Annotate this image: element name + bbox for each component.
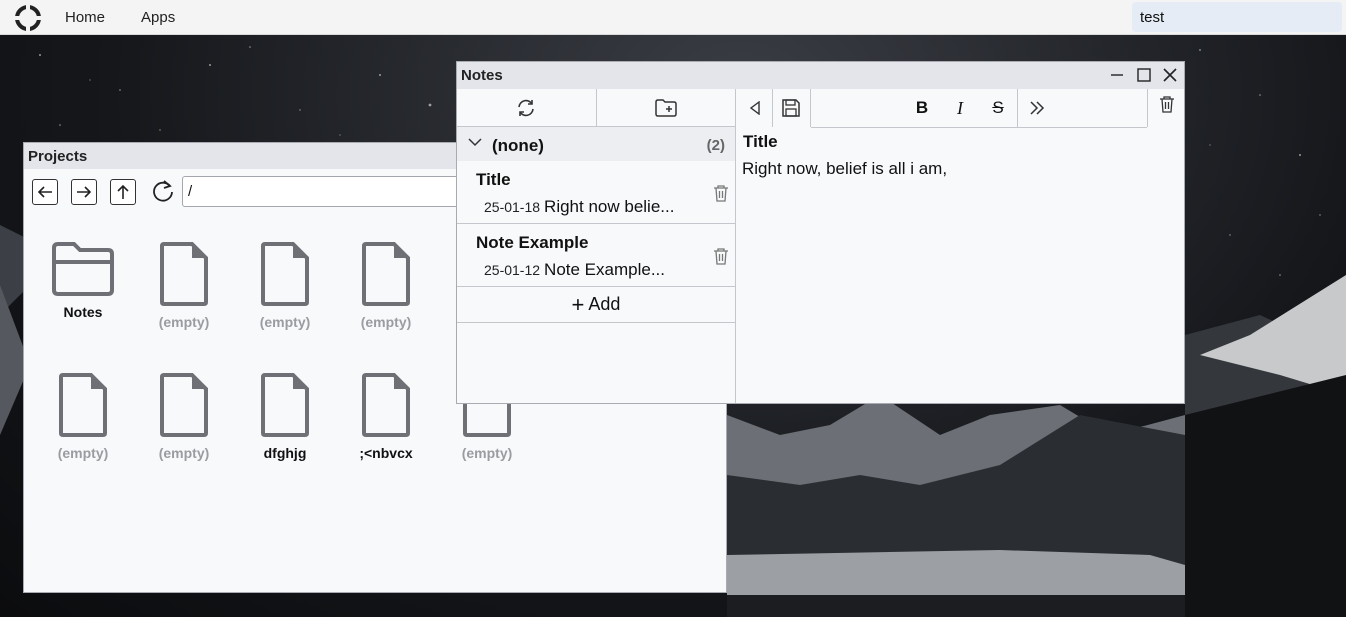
toolbar-underline — [811, 127, 1147, 128]
file-icon — [362, 242, 410, 306]
save-button[interactable] — [773, 89, 809, 127]
file-icon — [362, 373, 410, 437]
app-logo-icon[interactable] — [15, 5, 41, 31]
group-count: (2) — [706, 137, 725, 154]
file-label: (empty) — [57, 445, 109, 461]
file-icon — [160, 242, 208, 306]
projects-window-title: Projects — [28, 147, 88, 165]
plus-icon: + — [571, 291, 585, 317]
strikethrough-button[interactable]: S — [983, 89, 1013, 127]
file-label: Notes — [63, 304, 103, 320]
file-label: (empty) — [461, 445, 513, 461]
add-note-label: Add — [588, 294, 621, 314]
note-date: 25-01-18 — [484, 199, 541, 215]
file-label: (empty) — [158, 314, 210, 330]
notes-list-panel: (none) (2) Title 25-01-18 Right now belie… — [457, 89, 736, 403]
trash-icon[interactable] — [713, 184, 729, 202]
file-item[interactable]: (empty) — [235, 240, 335, 330]
note-list-item[interactable]: Note Example 25-01-12 Note Example... — [457, 224, 735, 287]
trash-icon[interactable] — [713, 247, 729, 265]
chevron-down-icon — [468, 138, 482, 147]
note-editor-title[interactable]: Title — [743, 132, 778, 152]
minimize-icon[interactable] — [1109, 67, 1125, 83]
file-icon — [261, 373, 309, 437]
file-icon — [261, 242, 309, 306]
note-meta: 25-01-12 Note Example... — [484, 260, 665, 280]
file-icon — [59, 373, 107, 437]
file-label: (empty) — [158, 445, 210, 461]
file-label: dfghjg — [263, 445, 307, 461]
folder-add-icon — [655, 98, 677, 117]
close-icon[interactable] — [1162, 67, 1178, 83]
note-editor-body[interactable]: Right now, belief is all i am, — [742, 159, 947, 179]
file-item[interactable]: (empty) — [336, 240, 436, 330]
back-button[interactable] — [32, 179, 58, 205]
group-name: (none) — [492, 136, 544, 155]
file-icon — [160, 373, 208, 437]
file-item[interactable]: ;<nbvcx — [336, 371, 436, 461]
notes-window-title: Notes — [461, 67, 503, 84]
trash-icon — [1160, 96, 1174, 113]
note-date: 25-01-12 — [484, 262, 541, 278]
top-bar: Home Apps — [0, 0, 1346, 35]
nav-apps-link[interactable]: Apps — [141, 9, 175, 26]
note-list-item[interactable]: Title 25-01-18 Right now belie... — [457, 161, 735, 224]
file-item[interactable]: Notes — [33, 240, 133, 320]
file-item[interactable]: (empty) — [33, 371, 133, 461]
arrow-up-icon — [117, 184, 129, 199]
sync-icon — [518, 99, 535, 116]
save-icon — [782, 99, 800, 117]
folder-icon — [52, 242, 114, 296]
forward-button[interactable] — [71, 179, 97, 205]
sync-button[interactable] — [457, 89, 597, 126]
arrow-right-icon — [77, 186, 92, 198]
back-button[interactable] — [737, 89, 772, 127]
path-input[interactable] — [182, 176, 472, 207]
file-label: ;<nbvcx — [359, 445, 413, 461]
chevron-double-right-icon — [1030, 101, 1045, 115]
file-label: (empty) — [360, 314, 412, 330]
more-tools-button[interactable] — [1022, 89, 1052, 127]
file-item[interactable]: (empty) — [134, 371, 234, 461]
file-item[interactable]: (empty) — [134, 240, 234, 330]
notes-window: Notes (none) (2) Title 25-01-18 Right no… — [456, 61, 1185, 404]
toolbar-divider — [810, 89, 811, 127]
file-item[interactable]: dfghjg — [235, 371, 335, 461]
file-label: (empty) — [259, 314, 311, 330]
add-note-button[interactable]: + Add — [457, 287, 735, 323]
arrow-left-icon — [37, 186, 52, 198]
note-preview: Right now belie... — [544, 197, 675, 216]
note-title: Note Example — [476, 233, 589, 252]
up-button[interactable] — [110, 179, 136, 205]
note-meta: 25-01-18 Right now belie... — [484, 197, 674, 217]
refresh-icon[interactable] — [150, 178, 176, 204]
maximize-icon[interactable] — [1136, 67, 1152, 83]
editor-toolbar: B I S — [737, 89, 1184, 128]
note-editor-panel: B I S Title Right now, belief is all i a… — [737, 89, 1184, 403]
note-preview: Note Example... — [544, 260, 665, 279]
italic-button[interactable]: I — [945, 89, 975, 127]
toolbar-divider — [1017, 89, 1018, 127]
bold-button[interactable]: B — [907, 89, 937, 127]
new-folder-button[interactable] — [596, 89, 735, 126]
top-search-input[interactable] — [1132, 2, 1342, 32]
nav-home-link[interactable]: Home — [65, 9, 105, 26]
notes-list-toolbar — [457, 89, 735, 127]
notes-title-bar[interactable]: Notes — [457, 62, 1184, 89]
toolbar-divider — [1147, 89, 1148, 127]
note-title: Title — [476, 170, 511, 189]
triangle-left-icon — [749, 101, 760, 115]
delete-note-button[interactable] — [1154, 89, 1180, 119]
notes-group-row[interactable]: (none) (2) — [457, 127, 735, 161]
